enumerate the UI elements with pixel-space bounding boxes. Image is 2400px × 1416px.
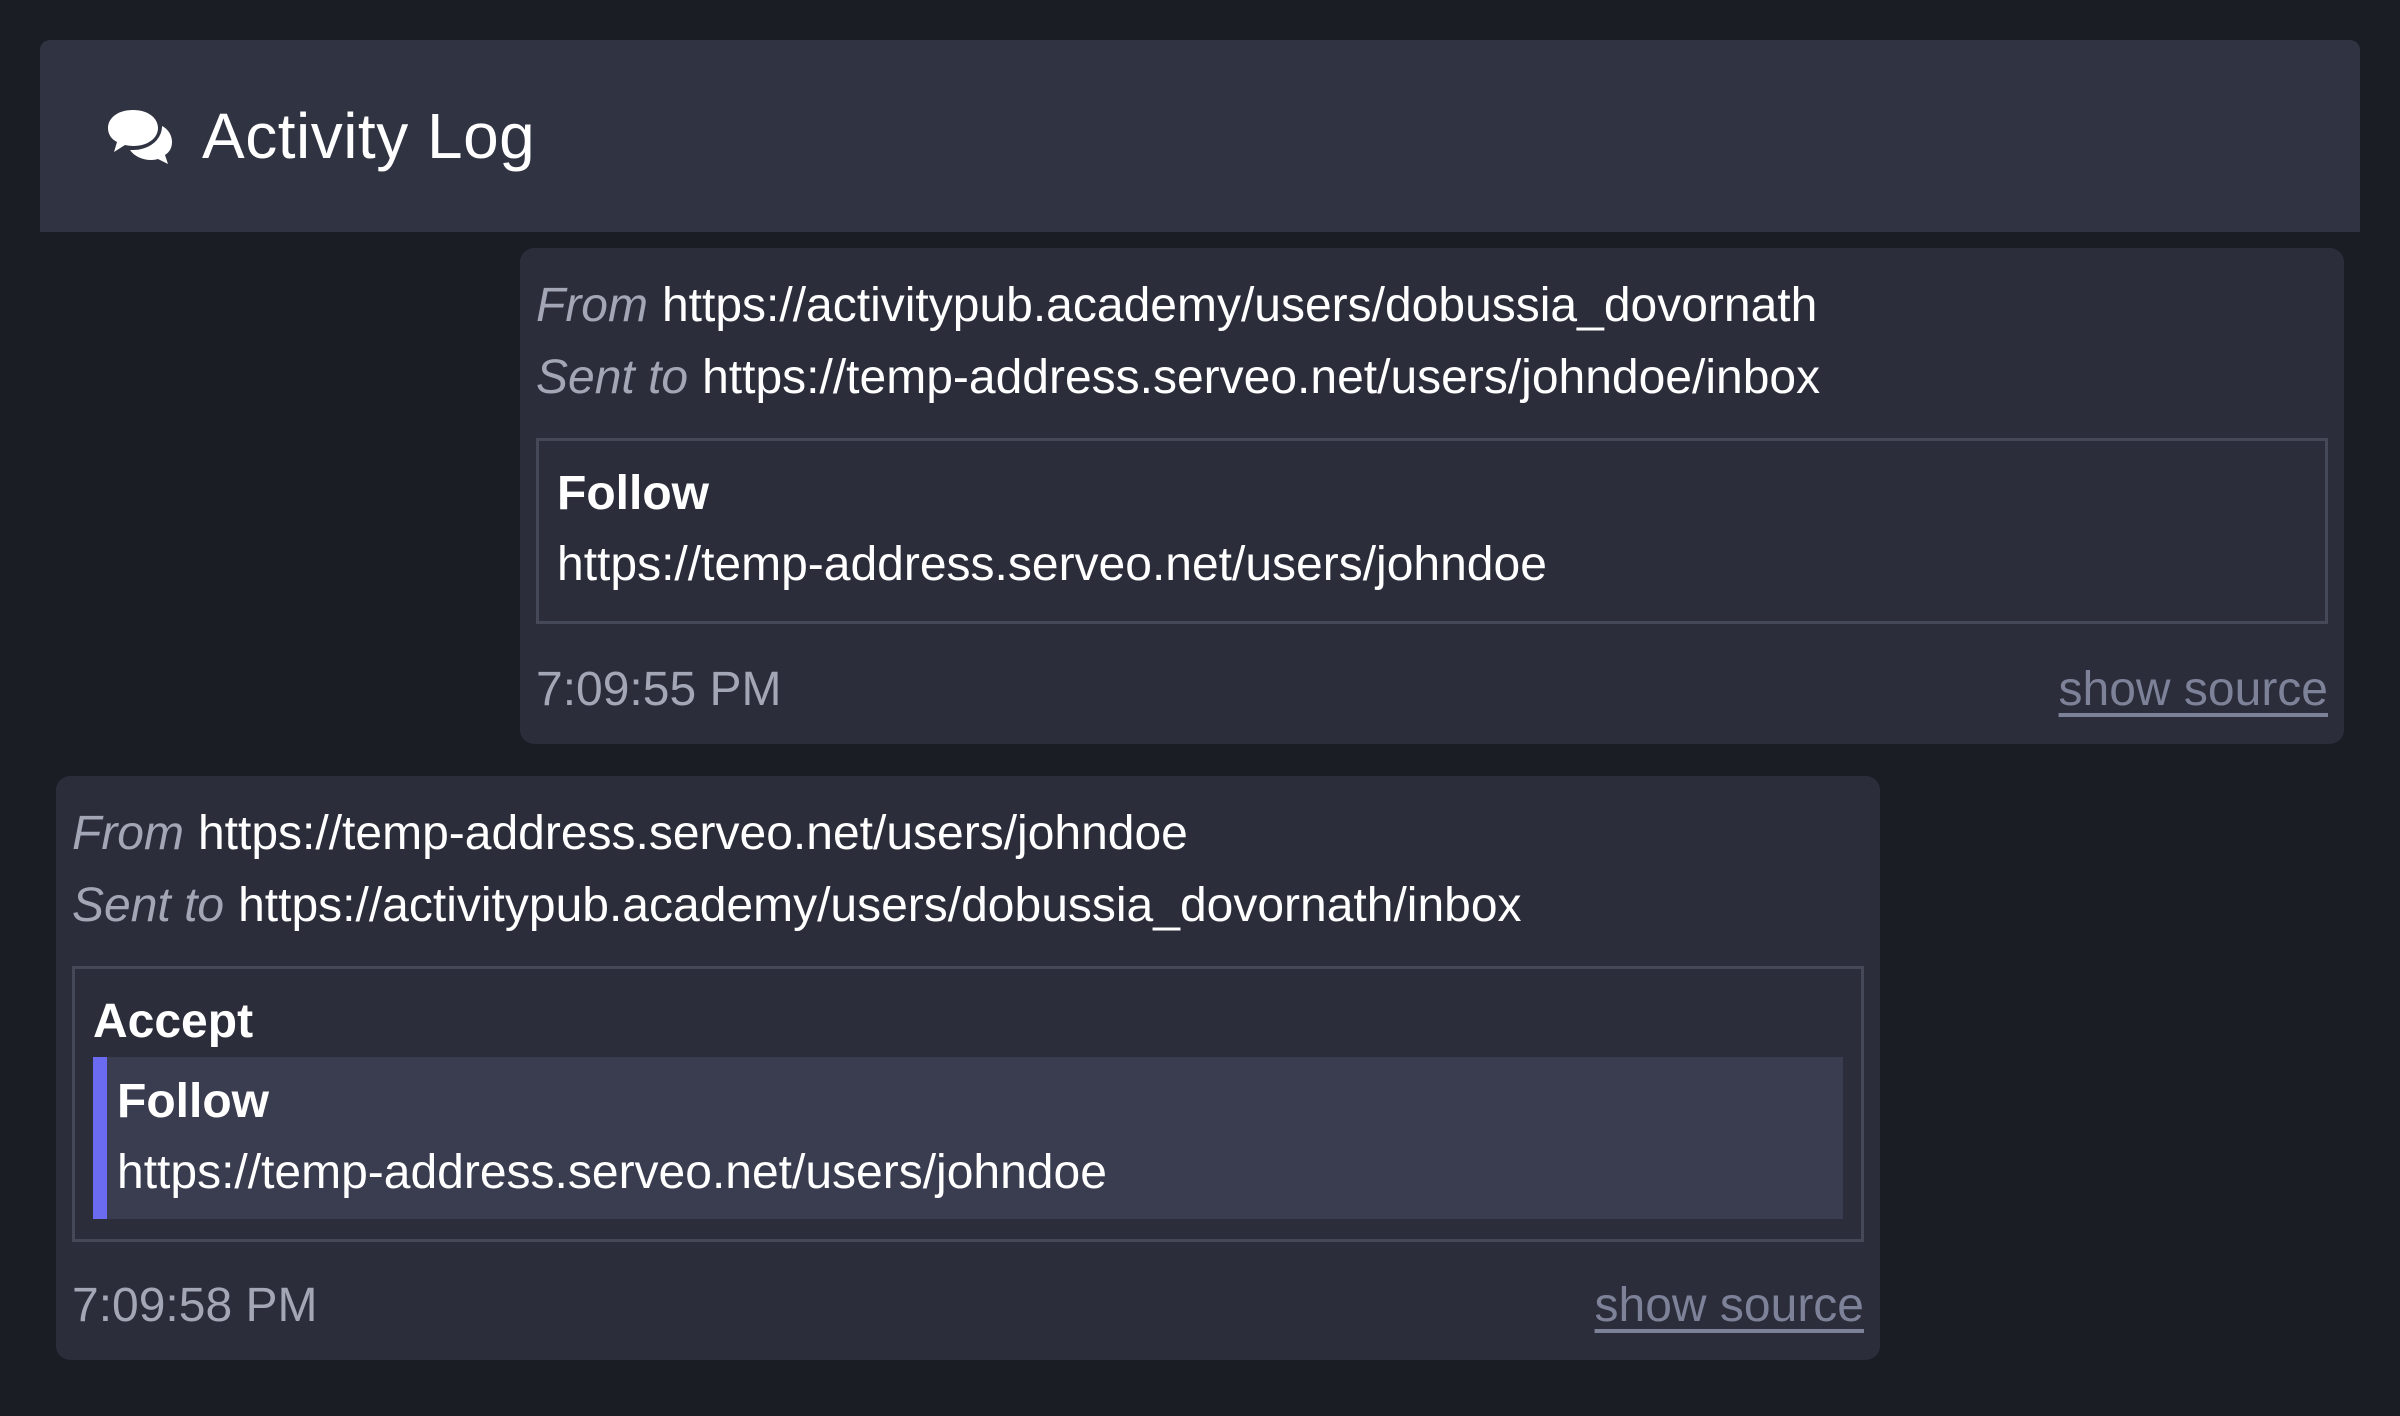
message-footer: 7:09:58 PM show source [72,1278,1864,1334]
show-source-link[interactable]: show source [1595,1278,1864,1334]
nested-activity-object: https://temp-address.serveo.net/users/jo… [117,1146,1107,1199]
to-label: Sent to [536,351,689,404]
from-label: From [536,279,648,332]
from-label: From [72,807,184,860]
to-value: https://temp-address.serveo.net/users/jo… [702,351,1821,404]
activity-type: Accept [93,995,254,1048]
message-from: From https://activitypub.academy/users/do… [536,270,2328,342]
from-value: https://activitypub.academy/users/dobuss… [661,279,1818,332]
from-value: https://temp-address.serveo.net/users/jo… [197,807,1188,860]
activity-log-header: Activity Log [40,40,2360,232]
message-to: Sent to https://activitypub.academy/users… [72,870,1864,942]
nested-activity-box: Follow https://temp-address.serveo.net/u… [93,1057,1843,1219]
to-label: Sent to [72,879,225,932]
to-value: https://activitypub.academy/users/dobuss… [238,879,1522,932]
activity-type: Follow [557,467,709,520]
message-footer: 7:09:55 PM show source [536,662,2328,718]
activity-object: https://temp-address.serveo.net/users/jo… [557,538,1547,591]
timestamp: 7:09:58 PM [72,1279,318,1332]
message-to: Sent to https://temp-address.serveo.net/u… [536,342,2328,414]
chat-bubbles-icon [106,106,174,166]
page-title: Activity Log [202,100,536,172]
nested-activity-type: Follow [117,1075,269,1128]
message-card-incoming: From https://temp-address.serveo.net/user… [56,776,1880,1360]
message-from: From https://temp-address.serveo.net/user… [72,798,1864,870]
timestamp: 7:09:55 PM [536,663,782,716]
activity-box: Follow https://temp-address.serveo.net/u… [536,438,2328,624]
show-source-link[interactable]: show source [2059,662,2328,718]
activity-box: Accept Follow https://temp-address.serve… [72,966,1864,1242]
message-card-outgoing: From https://activitypub.academy/users/do… [520,248,2344,744]
